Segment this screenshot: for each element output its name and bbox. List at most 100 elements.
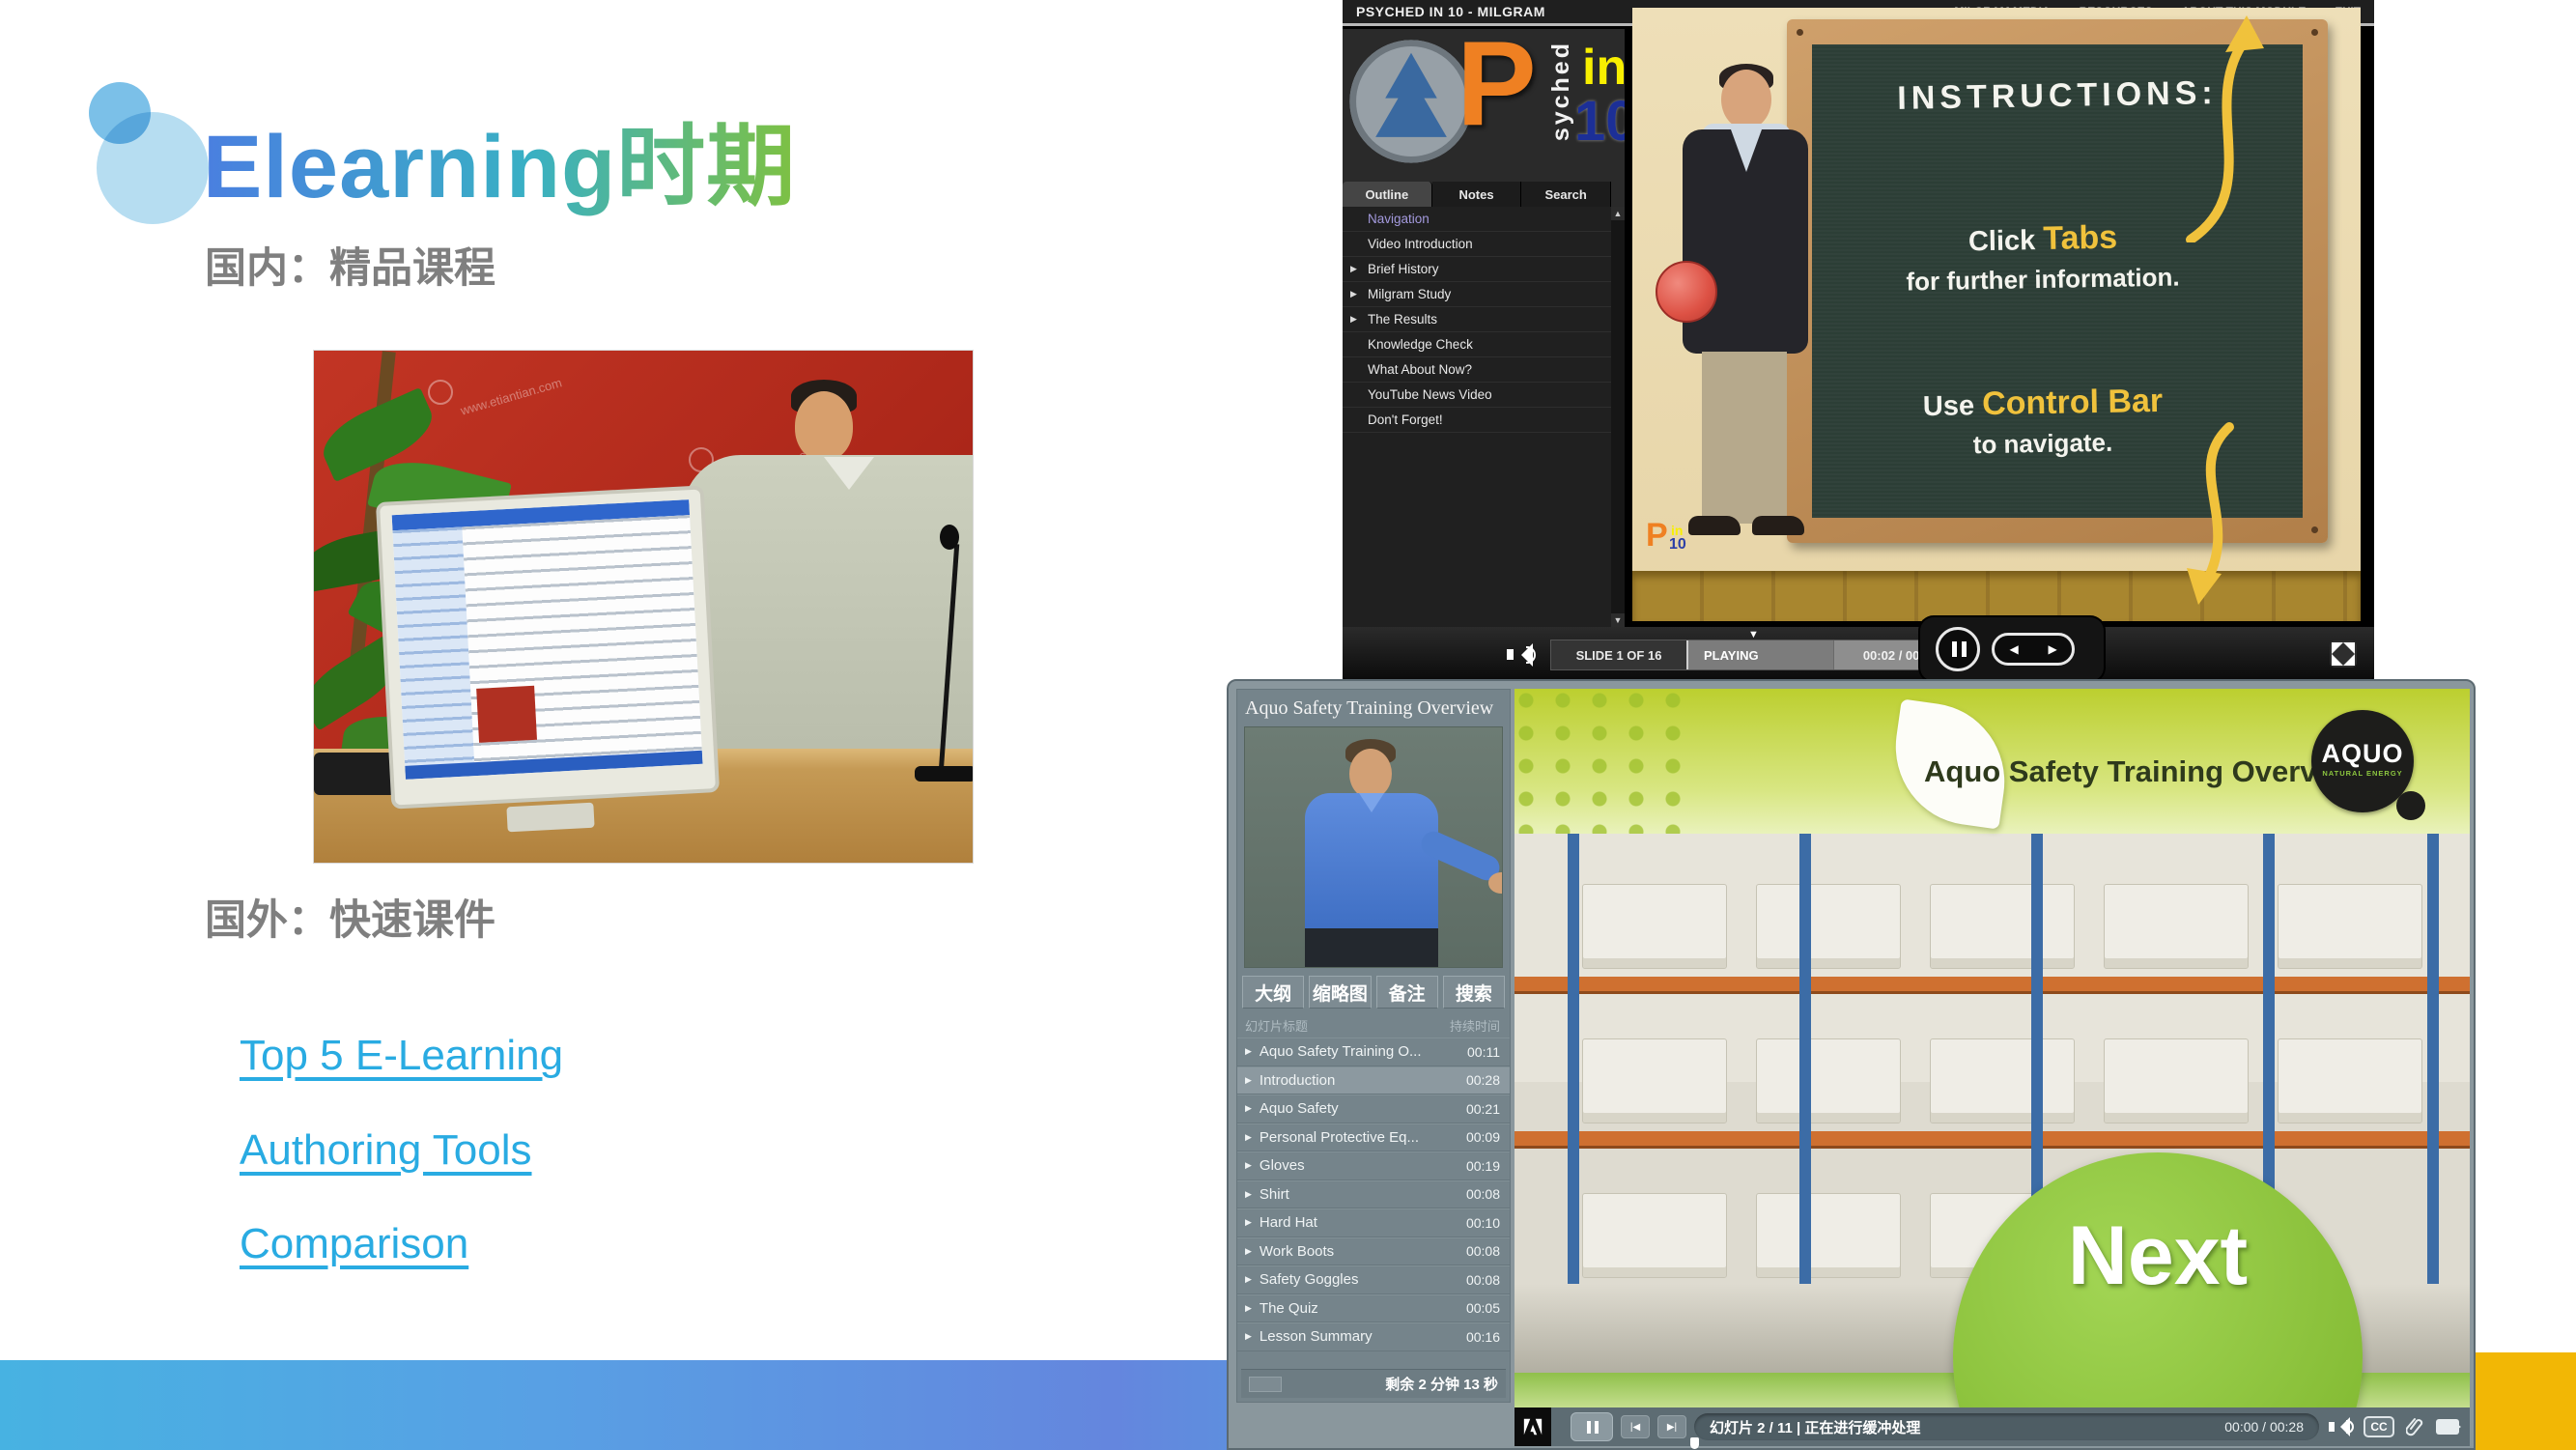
photo-watermark: www.etiantian.com	[459, 375, 563, 417]
pallet	[1582, 1193, 1727, 1278]
tab-outline[interactable]: Outline	[1343, 182, 1432, 207]
outline-item-knowledge-check[interactable]: Knowledge Check	[1343, 332, 1611, 357]
slide-item-duration: 00:05	[1466, 1300, 1500, 1316]
link-comparison[interactable]: Comparison	[240, 1220, 468, 1268]
link-authoring-tools[interactable]: Authoring Tools	[240, 1126, 532, 1175]
pause-button[interactable]	[1936, 627, 1980, 671]
board-line2-accent: Control Bar	[1982, 383, 2164, 422]
prev-next-controls: ◀ ▶	[1992, 633, 2075, 666]
slide-item-introduction[interactable]: ▶Introduction00:28	[1237, 1066, 1510, 1095]
speaker-icon[interactable]	[1507, 642, 1536, 668]
play-arrow-icon: ▶	[1245, 1331, 1252, 1342]
tab-notes[interactable]: Notes	[1432, 182, 1522, 207]
outline-item-what-about-now[interactable]: What About Now?	[1343, 357, 1611, 383]
milgram-tabbar: Outline Notes Search	[1343, 182, 1611, 207]
slide-item-label: Lesson Summary	[1260, 1328, 1466, 1345]
seek-caret-icon[interactable]: ▼	[1748, 629, 1759, 640]
attachments-button[interactable]	[2402, 1414, 2427, 1439]
scroll-down-icon[interactable]: ▼	[1611, 613, 1625, 627]
outline-item-navigation[interactable]: Navigation	[1343, 207, 1611, 232]
pallet	[1930, 884, 2075, 969]
slide-title-column-header: 幻灯片标题	[1245, 1016, 1308, 1036]
time-remaining: 剩余 2 分钟 13 秒	[1385, 1374, 1498, 1394]
next-button[interactable]: ▶	[2048, 642, 2056, 656]
board-nail	[1797, 29, 1803, 36]
duration-column-header: 持续时间	[1450, 1016, 1500, 1036]
outline-item-label: Knowledge Check	[1368, 337, 1473, 352]
fullscreen-button[interactable]	[2330, 640, 2357, 668]
slide-item-aquo-safety[interactable]: ▶Aquo Safety00:21	[1237, 1095, 1510, 1123]
play-arrow-icon: ▶	[1245, 1160, 1252, 1171]
tab-outline[interactable]: 大纲	[1242, 976, 1304, 1009]
foreign-label: 国外：快速课件	[205, 887, 495, 947]
next-slide-button[interactable]: ▶|	[1657, 1415, 1686, 1438]
slide-item-label: Hard Hat	[1260, 1214, 1466, 1231]
play-arrow-icon: ▶	[1245, 1103, 1252, 1114]
camera-button[interactable]	[2435, 1414, 2460, 1439]
outline-scrollbar[interactable]: ▲ ▼	[1611, 207, 1625, 627]
bottom-yellow-block	[2476, 1352, 2576, 1450]
photo-watermark-ring	[428, 380, 453, 405]
playback-status-track[interactable]: 幻灯片 2 / 11 | 正在进行缓冲处理 00:00 / 00:28	[1694, 1413, 2319, 1440]
slide-item-gloves[interactable]: ▶Gloves00:19	[1237, 1151, 1510, 1180]
logo-letter-p: P	[1457, 29, 1537, 153]
board-line2: Use Control Bar	[1812, 381, 2275, 426]
page-title: Elearning时期	[203, 95, 796, 223]
outline-item-milgram-study[interactable]: ▶Milgram Study	[1343, 282, 1611, 307]
scroll-up-icon[interactable]: ▲	[1611, 207, 1625, 220]
link-top5-elearning[interactable]: Top 5 E-Learning	[240, 1032, 563, 1080]
aquo-control-bar: |◀ ▶| 幻灯片 2 / 11 | 正在进行缓冲处理 00:00 / 00:2…	[1514, 1407, 2470, 1446]
slide-item-lesson-summary[interactable]: ▶ Lesson Summary00:16	[1237, 1322, 1510, 1351]
slide-item-label: Aquo Safety Training O...	[1260, 1043, 1467, 1060]
board-line1-rest: for further information.	[1812, 261, 2274, 299]
slide-item-duration: 00:16	[1466, 1329, 1500, 1345]
outline-item-video-introduction[interactable]: Video Introduction	[1343, 232, 1611, 257]
slide-item-duration: 00:21	[1466, 1101, 1500, 1117]
aquo-logo-text: AQUO	[2311, 739, 2414, 769]
seek-thumb[interactable]	[1690, 1437, 1699, 1449]
pallet	[1756, 884, 1901, 969]
brain-model	[1656, 261, 1717, 323]
outline-item-youtube-news-video[interactable]: YouTube News Video	[1343, 383, 1611, 408]
stage-header: Aquo Safety Training Overview AQUO NATUR…	[1514, 689, 2470, 834]
instructor-face	[1721, 70, 1771, 129]
outline-item-label: Milgram Study	[1368, 287, 1451, 301]
play-arrow-icon: ▶	[1245, 1217, 1252, 1228]
slide-item-shirt[interactable]: ▶Shirt00:08	[1237, 1180, 1510, 1209]
aquo-sidebar: Aquo Safety Training Overview 大纲 缩略图 备注 …	[1236, 689, 1511, 1403]
domestic-label: 国内：精品课程	[205, 235, 495, 295]
tab-notes[interactable]: 备注	[1376, 976, 1438, 1009]
aquo-logo-dot	[2396, 791, 2425, 820]
slide-item-duration: 00:11	[1467, 1044, 1500, 1060]
board-line2-rest: to navigate.	[1812, 425, 2274, 463]
tab-thumbnails[interactable]: 缩略图	[1309, 976, 1371, 1009]
previous-slide-button[interactable]: |◀	[1621, 1415, 1650, 1438]
board-line1-accent: Tabs	[2043, 219, 2117, 257]
psyched-in-10-logo: P syched in 10	[1343, 29, 1625, 182]
pallet	[1582, 884, 1727, 969]
outline-item-brief-history[interactable]: ▶Brief History	[1343, 257, 1611, 282]
previous-button[interactable]: ◀	[2009, 642, 2018, 656]
pause-button[interactable]	[1571, 1412, 1613, 1441]
presenter-shirt	[1305, 793, 1438, 930]
tab-search[interactable]: 搜索	[1443, 976, 1505, 1009]
outline-item-the-results[interactable]: ▶The Results	[1343, 307, 1611, 332]
slide-item-safety-goggles[interactable]: ▶Safety Goggles00:08	[1237, 1265, 1510, 1294]
slide-item-work-boots[interactable]: ▶Work Boots00:08	[1237, 1237, 1510, 1266]
milgram-outline-list: Navigation Video Introduction ▶Brief His…	[1343, 207, 1611, 627]
speaker-wave	[1526, 646, 1536, 664]
pallet	[2104, 1038, 2249, 1123]
slide-item-hard-hat[interactable]: ▶ Hard Hat00:10	[1237, 1208, 1510, 1237]
tab-search[interactable]: Search	[1521, 182, 1611, 207]
slide-item-duration: 00:10	[1466, 1215, 1500, 1231]
slide-item-personal-protective-equipment[interactable]: ▶Personal Protective Eq...00:09	[1237, 1123, 1510, 1152]
speaker-icon[interactable]	[2327, 1414, 2356, 1439]
closed-captions-button[interactable]: CC	[2364, 1416, 2394, 1437]
instructor-pants	[1702, 352, 1787, 524]
instructor-shoe	[1752, 516, 1804, 535]
outline-item-dont-forget[interactable]: Don't Forget!	[1343, 408, 1611, 433]
slide-item-aquo-safety-training-overview[interactable]: ▶Aquo Safety Training O...00:11	[1237, 1038, 1510, 1066]
milgram-window-title: PSYCHED IN 10 - MILGRAM	[1356, 4, 1545, 19]
slide-item-the-quiz[interactable]: ▶The Quiz00:05	[1237, 1294, 1510, 1323]
instructor-figure	[1659, 70, 1833, 553]
